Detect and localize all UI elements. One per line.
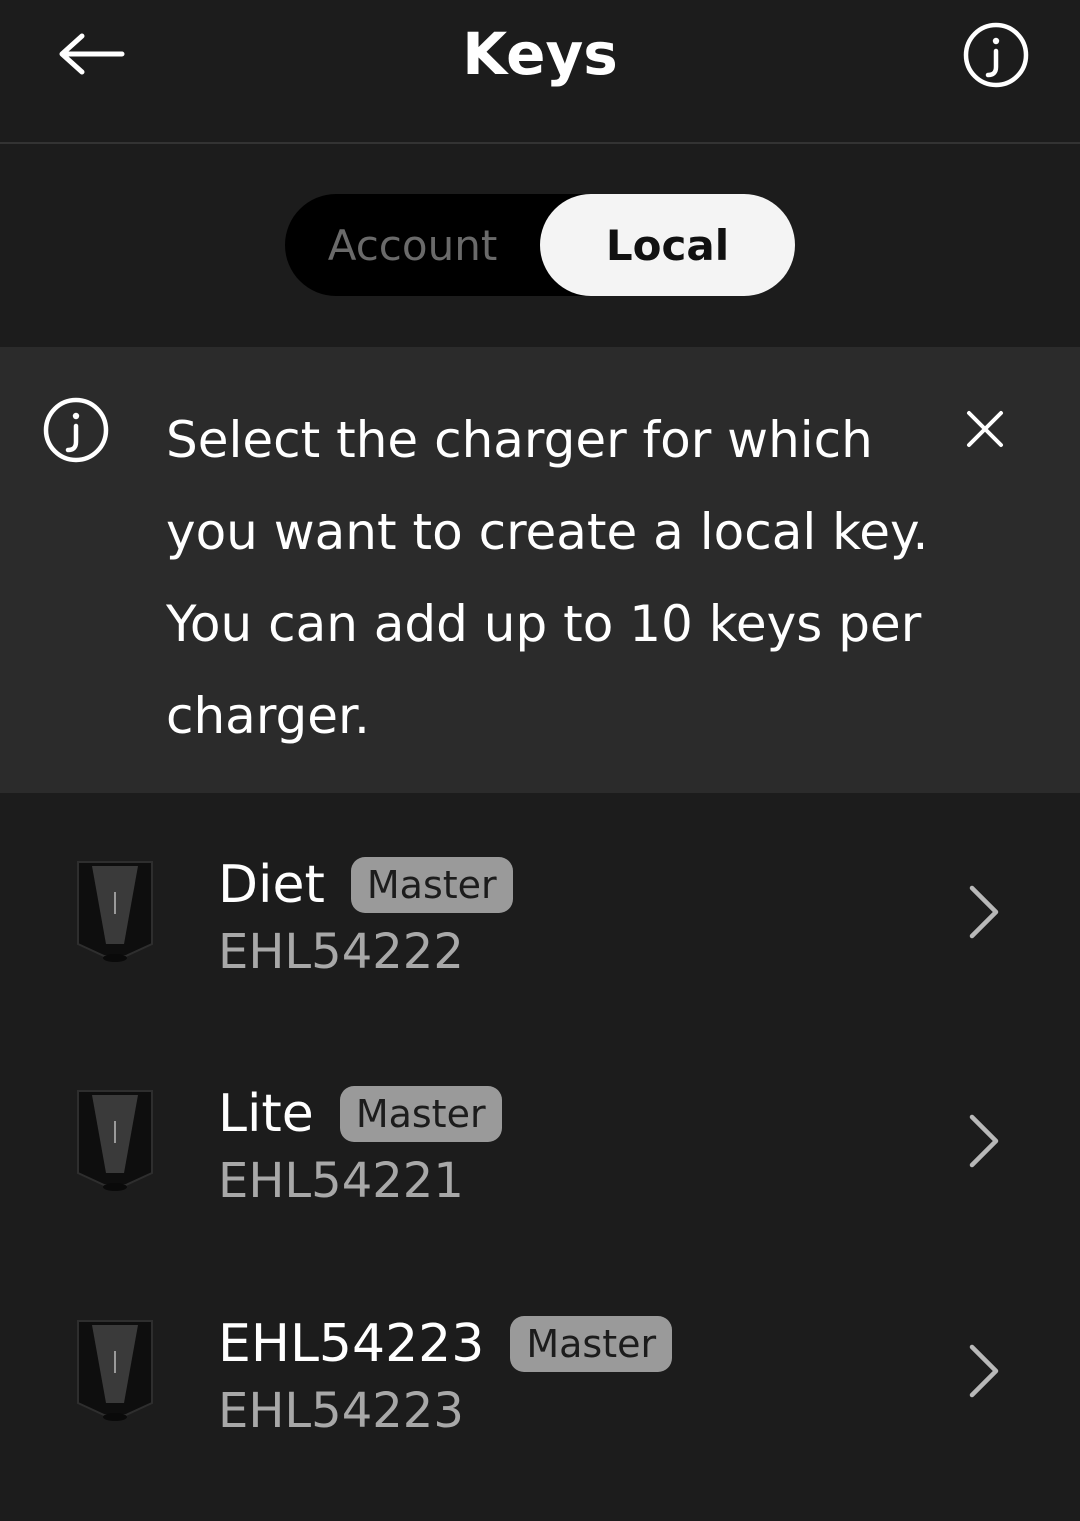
info-icon [43,397,109,463]
charger-name-line: Diet Master [218,850,513,920]
charger-device-icon [77,1090,153,1191]
charger-name-line: EHL54223 Master [218,1309,673,1379]
charger-device-icon [77,861,153,962]
charger-list-item[interactable]: Lite Master EHL54221 [0,1035,1080,1235]
charger-device-icon [77,1320,153,1421]
charger-name: EHL54223 [218,1314,485,1374]
tab-account[interactable]: Account [285,194,540,296]
master-badge: Master [339,1086,502,1142]
key-type-toggle: Account Local [285,194,795,296]
master-badge: Master [350,857,513,913]
info-button[interactable] [958,20,1034,90]
charger-name: Diet [218,855,325,915]
master-badge: Master [510,1316,673,1372]
charger-name-line: Lite Master [218,1079,502,1149]
charger-serial: EHL54223 [218,1383,464,1439]
charger-list-item[interactable]: EHL54223 Master EHL54223 [0,1265,1080,1465]
info-icon [963,22,1029,88]
page-title: Keys [462,20,618,88]
charger-serial: EHL54221 [218,1153,464,1209]
close-icon [967,411,1003,447]
chevron-right-icon [969,1344,999,1398]
app-header: Keys [0,0,1080,144]
chevron-right-icon [969,885,999,939]
close-banner-button[interactable] [958,402,1012,456]
charger-name: Lite [218,1084,314,1144]
tab-local[interactable]: Local [540,194,795,296]
charger-serial: EHL54222 [218,924,464,980]
info-banner-text: Select the charger for which you want to… [166,411,929,745]
charger-list-item[interactable]: Diet Master EHL54222 [0,806,1080,1006]
chevron-right-icon [969,1114,999,1168]
